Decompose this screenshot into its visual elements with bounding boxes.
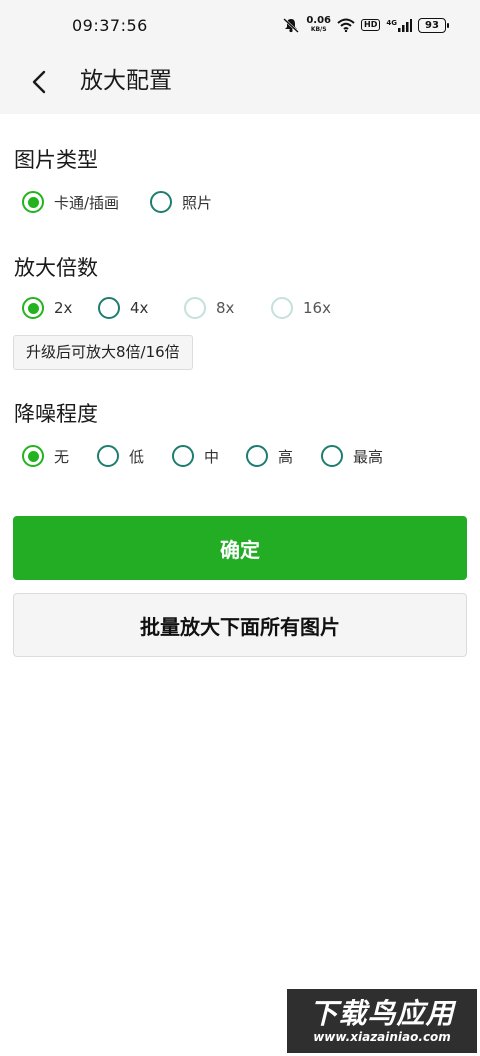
radio-unchecked-icon bbox=[172, 445, 194, 467]
watermark-logo: 下载鸟应用 www.xiazainiao.com bbox=[287, 989, 477, 1053]
net-speed: 0.06 KB/S bbox=[306, 16, 331, 34]
net-speed-unit: KB/S bbox=[310, 26, 327, 33]
radio-checked-icon bbox=[22, 445, 44, 467]
radio-label: 无 bbox=[54, 447, 70, 466]
radio-unchecked-icon bbox=[98, 297, 120, 319]
wifi-icon bbox=[337, 18, 355, 32]
hd-badge: HD bbox=[361, 19, 381, 31]
radio-scale-16x[interactable]: 16x bbox=[271, 293, 331, 323]
radio-label: 中 bbox=[204, 447, 220, 466]
radio-scale-2x[interactable]: 2x bbox=[22, 293, 72, 323]
net-speed-value: 0.06 bbox=[306, 15, 332, 26]
denoise-title: 降噪程度 bbox=[14, 402, 98, 426]
radio-label: 照片 bbox=[182, 193, 213, 212]
status-icons: 0.06 KB/S HD 4G 93 bbox=[282, 16, 449, 34]
denoise-radio-group: 无 低 中 高 最高 bbox=[0, 441, 480, 471]
radio-unchecked-icon bbox=[97, 445, 119, 467]
signal-label: 4G bbox=[386, 18, 397, 27]
radio-label: 卡通/插画 bbox=[54, 193, 120, 212]
confirm-button[interactable]: 确定 bbox=[13, 516, 467, 580]
radio-denoise-none[interactable]: 无 bbox=[22, 441, 69, 471]
image-type-radio-group: 卡通/插画 照片 bbox=[0, 187, 480, 217]
status-bar: 09:37:56 0.06 KB/S HD 4G 93 bbox=[0, 0, 480, 56]
radio-checked-icon bbox=[22, 297, 44, 319]
radio-cartoon[interactable]: 卡通/插画 bbox=[22, 187, 119, 217]
radio-label: 最高 bbox=[353, 447, 384, 466]
scale-title: 放大倍数 bbox=[14, 256, 98, 280]
app-bar: 放大配置 bbox=[0, 56, 480, 114]
radio-denoise-medium[interactable]: 中 bbox=[172, 441, 219, 471]
radio-label: 2x bbox=[54, 299, 73, 317]
back-arrow-icon[interactable] bbox=[24, 66, 56, 98]
radio-disabled-icon bbox=[184, 297, 206, 319]
radio-label: 16x bbox=[303, 299, 331, 317]
battery-icon: 93 bbox=[418, 17, 449, 33]
radio-label: 高 bbox=[278, 447, 294, 466]
radio-denoise-low[interactable]: 低 bbox=[97, 441, 144, 471]
radio-denoise-highest[interactable]: 最高 bbox=[321, 441, 383, 471]
radio-scale-4x[interactable]: 4x bbox=[98, 293, 148, 323]
signal-bars-icon bbox=[398, 18, 412, 32]
radio-denoise-high[interactable]: 高 bbox=[246, 441, 293, 471]
radio-disabled-icon bbox=[271, 297, 293, 319]
cell-signal: 4G bbox=[386, 18, 412, 32]
page-title: 放大配置 bbox=[80, 68, 172, 94]
batch-upscale-button[interactable]: 批量放大下面所有图片 bbox=[13, 593, 467, 657]
radio-unchecked-icon bbox=[246, 445, 268, 467]
radio-label: 8x bbox=[216, 299, 235, 317]
radio-label: 低 bbox=[129, 447, 145, 466]
radio-label: 4x bbox=[130, 299, 149, 317]
status-time: 09:37:56 bbox=[72, 16, 148, 35]
battery-level: 93 bbox=[425, 19, 439, 31]
upgrade-tip-badge[interactable]: 升级后可放大8倍/16倍 bbox=[13, 335, 193, 370]
scale-radio-group: 2x 4x 8x 16x bbox=[0, 293, 480, 323]
radio-checked-icon bbox=[22, 191, 44, 213]
radio-photo[interactable]: 照片 bbox=[150, 187, 212, 217]
watermark-url: www.xiazainiao.com bbox=[313, 1030, 451, 1044]
mute-bell-icon bbox=[283, 18, 300, 33]
image-type-title: 图片类型 bbox=[14, 148, 98, 172]
radio-unchecked-icon bbox=[321, 445, 343, 467]
radio-scale-8x[interactable]: 8x bbox=[184, 293, 234, 323]
radio-unchecked-icon bbox=[150, 191, 172, 213]
watermark-main: 下载鸟应用 bbox=[309, 997, 455, 1030]
